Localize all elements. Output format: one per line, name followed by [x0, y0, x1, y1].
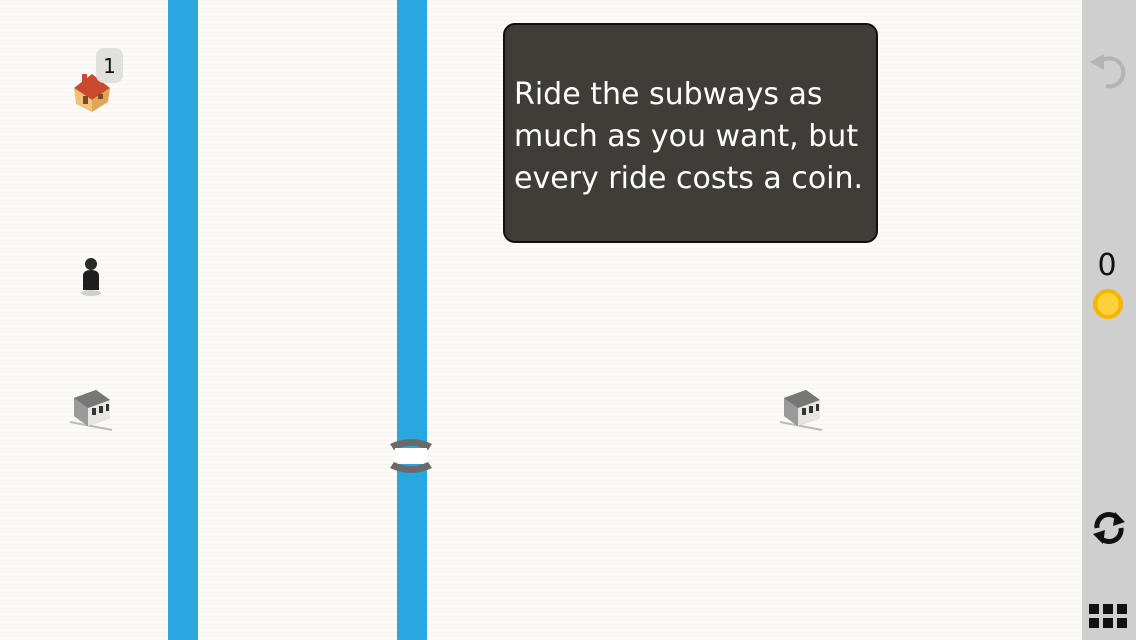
subway-bridge-icon[interactable] — [386, 434, 436, 478]
subway-car-icon[interactable] — [778, 386, 824, 432]
house-badge: 1 — [96, 48, 123, 83]
river-left — [168, 0, 198, 640]
person-icon[interactable] — [78, 256, 104, 296]
coin-icon — [1093, 289, 1123, 319]
undo-icon[interactable] — [1086, 48, 1130, 92]
coin-count: 0 — [1097, 248, 1117, 283]
river-right — [397, 0, 427, 640]
tutorial-tooltip: Ride the subways as much as you want, bu… — [503, 23, 878, 243]
grid-menu-icon[interactable] — [1089, 604, 1127, 630]
subway-car-icon[interactable] — [68, 386, 114, 432]
restart-icon[interactable] — [1089, 508, 1129, 548]
